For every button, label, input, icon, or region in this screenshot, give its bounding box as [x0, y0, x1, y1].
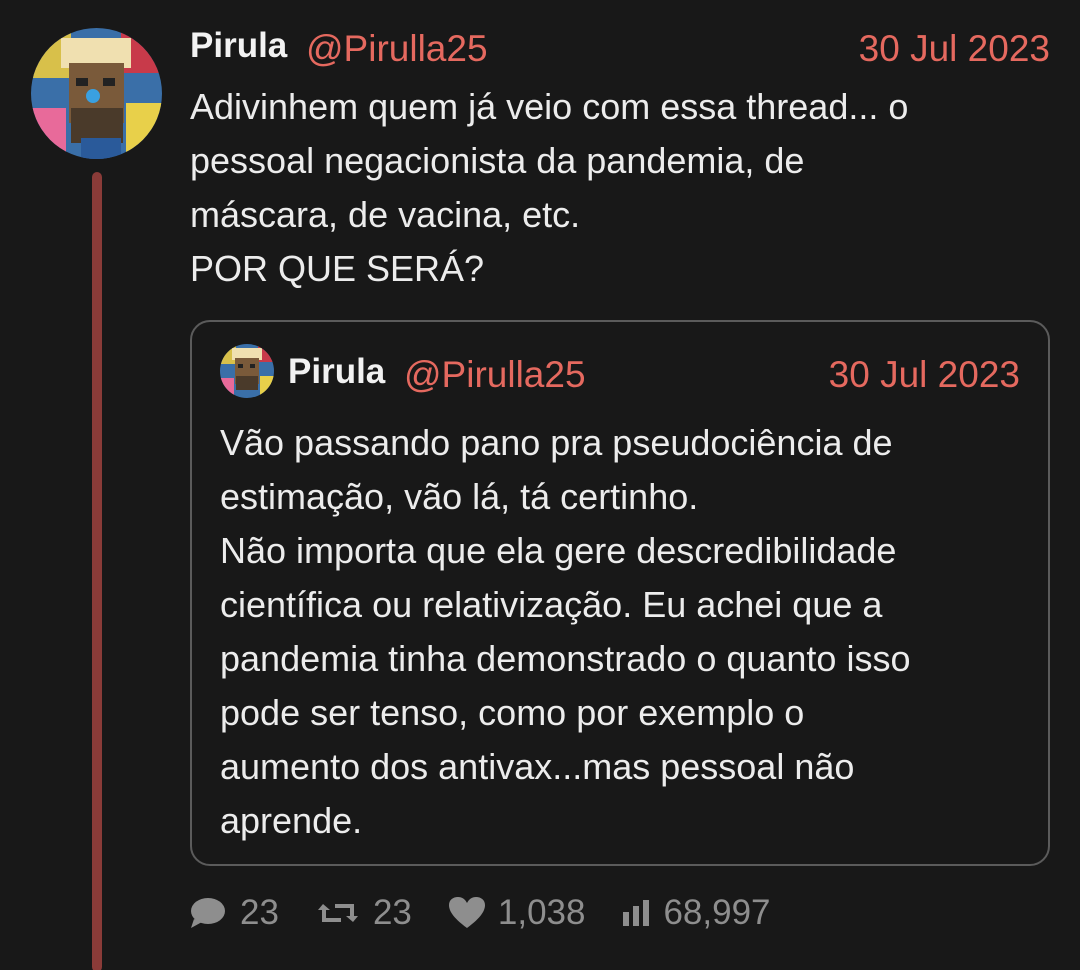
author-avatar[interactable] [31, 28, 162, 159]
reply-count: 23 [240, 893, 279, 932]
quoted-tweet-date: 30 Jul 2023 [828, 354, 1020, 395]
views-count: 68,997 [663, 893, 771, 932]
quoted-tweet-card[interactable]: Pirula @Pirulla25 30 Jul 2023 Vão passan… [190, 320, 1050, 866]
like-button[interactable]: 1,038 [448, 893, 586, 933]
quoted-author-handle: @Pirulla25 [404, 354, 586, 395]
reply-button[interactable]: 23 [188, 893, 279, 933]
tweet-text: Adivinhem quem já veio com essa thread..… [190, 86, 909, 289]
bar-chart-icon [621, 898, 651, 928]
author-handle[interactable]: @Pirulla25 [306, 28, 488, 70]
speech-bubble-icon [188, 895, 228, 931]
tweet-header: Pirula @Pirulla25 30 Jul 2023 [190, 22, 1050, 72]
views-button[interactable]: 68,997 [621, 893, 771, 933]
retweet-count: 23 [372, 893, 412, 932]
author-name[interactable]: Pirula [190, 26, 287, 66]
quoted-tweet-text: Vão passando pano pra pseudociência de e… [220, 422, 911, 841]
tweet-action-bar: 23 23 1,038 68,997 [188, 888, 807, 938]
like-count: 1,038 [497, 893, 586, 932]
retweet-arrows-icon [315, 896, 361, 930]
tweet-date[interactable]: 30 Jul 2023 [859, 28, 1050, 70]
thread-connector-line [92, 172, 102, 970]
quoted-author-avatar [220, 344, 274, 398]
quoted-author-name: Pirula [288, 352, 386, 391]
retweet-button[interactable]: 23 [315, 893, 412, 933]
heart-icon [448, 896, 486, 930]
